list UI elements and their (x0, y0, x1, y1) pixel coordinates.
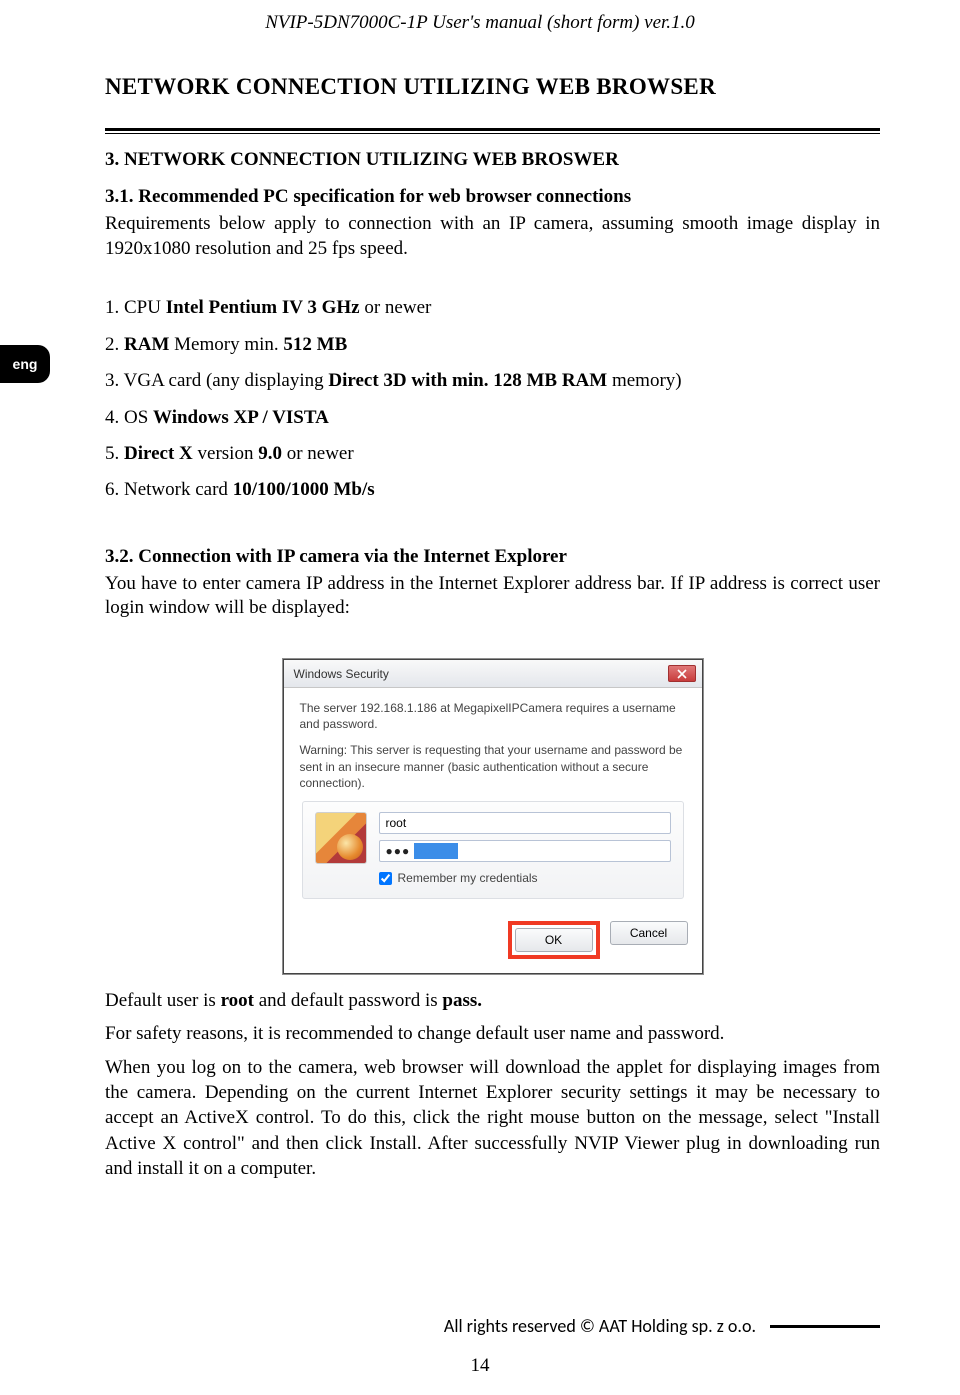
text: Windows XP / VISTA (153, 407, 329, 428)
text: or newer (360, 297, 432, 318)
footer-copyright: All rights reserved © AAT Holding sp. z … (444, 1315, 756, 1337)
text: 4. OS (105, 407, 153, 428)
text: 9.0 (258, 443, 282, 464)
cancel-button[interactable]: Cancel (610, 921, 688, 945)
remember-label: Remember my credentials (398, 870, 538, 886)
username-input[interactable] (379, 812, 671, 834)
text: Direct X (124, 443, 193, 464)
windows-security-dialog: Windows Security The server 192.168.1.18… (283, 659, 703, 974)
spec-item-5: 5. Direct X version 9.0 or newer (105, 439, 880, 469)
doc-header-title: NVIP-5DN7000C-1P User's manual (short fo… (0, 0, 960, 34)
spec-list: 1. CPU Intel Pentium IV 3 GHz or newer 2… (105, 293, 880, 505)
activex-para: When you log on to the camera, web brows… (105, 1055, 880, 1181)
page-title: NETWORK CONNECTION UTILIZING WEB BROWSER (105, 74, 880, 100)
password-input[interactable]: ●●●●●●●● (379, 840, 671, 862)
dialog-title: Windows Security (294, 667, 389, 681)
spec-item-3: 3. VGA card (any displaying Direct 3D wi… (105, 366, 880, 396)
spec-item-1: 1. CPU Intel Pentium IV 3 GHz or newer (105, 293, 880, 323)
text: and default password is (254, 990, 442, 1011)
text: memory) (607, 370, 681, 391)
safety-para: For safety reasons, it is recommended to… (105, 1021, 880, 1046)
default-credentials-para: Default user is root and default passwor… (105, 988, 880, 1013)
password-masked-prefix: ●●● (386, 843, 411, 859)
password-masked-selection: ●●●●● (414, 843, 457, 859)
section-3-2-title: 3.2. Connection with IP camera via the I… (105, 546, 880, 568)
user-avatar-icon (315, 812, 367, 864)
text: 3. VGA card (any displaying (105, 370, 328, 391)
section-3-1-body: Requirements below apply to connection w… (105, 212, 880, 261)
text: version (193, 443, 258, 464)
text: or newer (282, 443, 354, 464)
text: Memory min. (169, 334, 283, 355)
section-3-2-body: You have to enter camera IP address in t… (105, 572, 880, 621)
credential-box: ●●●●●●●● Remember my credentials (302, 801, 684, 899)
remember-credentials-row[interactable]: Remember my credentials (379, 870, 671, 886)
ok-highlight-box: OK (508, 921, 600, 959)
ok-button[interactable]: OK (515, 928, 593, 952)
dialog-message-1: The server 192.168.1.186 at MegapixelIPC… (300, 700, 686, 732)
section-3-title: 3. NETWORK CONNECTION UTILIZING WEB BROS… (105, 149, 880, 171)
dialog-titlebar: Windows Security (284, 660, 702, 688)
text: root (221, 990, 254, 1011)
close-icon[interactable] (668, 665, 696, 682)
dialog-body: The server 192.168.1.186 at MegapixelIPC… (284, 688, 702, 915)
text: Intel Pentium IV 3 GHz (166, 297, 360, 318)
dialog-button-row: OK Cancel (284, 915, 702, 973)
page-number: 14 (0, 1355, 960, 1377)
text: 2. (105, 334, 124, 355)
text: Direct 3D with min. 128 MB RAM (328, 370, 607, 391)
text: 512 MB (283, 334, 347, 355)
text: RAM (124, 334, 169, 355)
text: Default user is (105, 990, 221, 1011)
remember-checkbox[interactable] (379, 872, 392, 885)
text: pass. (442, 990, 482, 1011)
text: 1. CPU (105, 297, 166, 318)
dialog-message-2: Warning: This server is requesting that … (300, 742, 686, 791)
footer-rule (770, 1325, 880, 1328)
section-3-1-title: 3.1. Recommended PC specification for we… (105, 186, 880, 208)
language-tab: eng (0, 345, 50, 383)
spec-item-4: 4. OS Windows XP / VISTA (105, 403, 880, 433)
text: 5. (105, 443, 124, 464)
title-divider (105, 128, 880, 134)
footer: All rights reserved © AAT Holding sp. z … (0, 1315, 960, 1337)
spec-item-6: 6. Network card 10/100/1000 Mb/s (105, 475, 880, 505)
spec-item-2: 2. RAM Memory min. 512 MB (105, 330, 880, 360)
text: 6. Network card (105, 479, 233, 500)
text: 10/100/1000 Mb/s (233, 479, 375, 500)
